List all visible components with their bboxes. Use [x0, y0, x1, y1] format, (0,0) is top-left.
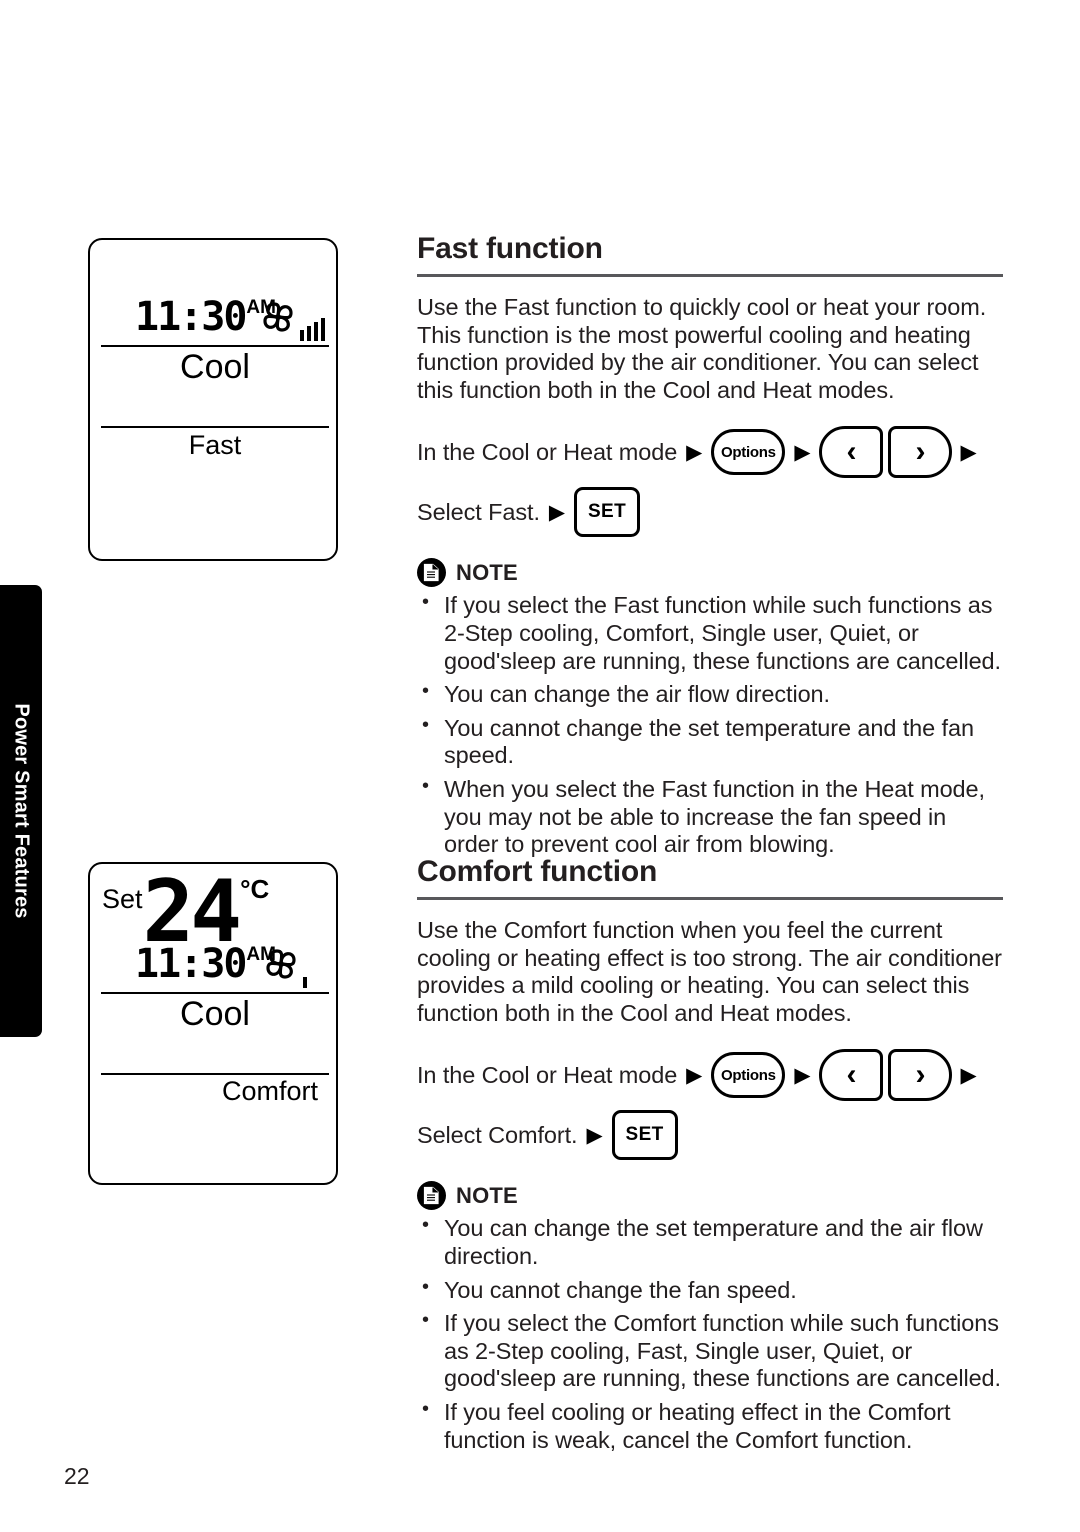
comfort-mode-label: Cool: [180, 995, 250, 1033]
comfort-steps: In the Cool or Heat mode ▶ Options ▶ ‹ ›…: [417, 1047, 1003, 1163]
prev-button[interactable]: ‹: [819, 426, 884, 479]
comfort-set-label: Set: [102, 884, 143, 915]
comfort-unit-label: °C: [240, 874, 270, 905]
comfort-temp-group: Set 24 °C: [102, 862, 270, 962]
step-arrow-icon: ▶: [686, 1063, 703, 1087]
comfort-step-1: In the Cool or Heat mode ▶ Options ▶ ‹ ›…: [417, 1047, 1003, 1103]
fast-time-value: 11:30: [135, 294, 247, 340]
step-arrow-icon: ▶: [686, 440, 703, 464]
fast-step-2: Select Fast. ▶ SET: [417, 484, 1003, 540]
fast-note-header: NOTE: [417, 558, 1003, 588]
fan-pinwheel-icon: [257, 296, 299, 343]
comfort-fan-indicator: [260, 943, 307, 990]
prev-button[interactable]: ‹: [819, 1049, 884, 1102]
comfort-note-label: NOTE: [456, 1182, 518, 1208]
note-item: You cannot change the set temperature an…: [417, 714, 1003, 770]
step-arrow-icon: ▶: [548, 500, 566, 524]
note-item: If you feel cooling or heating effect in…: [417, 1398, 1003, 1454]
fan-pinwheel-icon: [260, 943, 302, 990]
comfort-function-label: Comfort: [221, 1076, 318, 1106]
comfort-step-2: Select Comfort. ▶ SET: [417, 1107, 1003, 1163]
page-title-comfort: Comfort function: [417, 855, 658, 888]
step-arrow-icon: ▶: [586, 1123, 603, 1147]
section-fast-function: Fast function Use the Fast function to q…: [417, 232, 1003, 859]
comfort-rule-bottom: [101, 1073, 329, 1075]
step-arrow-icon: ▶: [794, 1063, 811, 1087]
fast-steps: In the Cool or Heat mode ▶ Options ▶ ‹ ›…: [417, 424, 1003, 540]
fast-rule-bottom: [101, 426, 329, 428]
fast-fan-indicator: [257, 296, 325, 343]
title-rule: [417, 897, 1003, 900]
note-item: If you select the Comfort function while…: [417, 1309, 1003, 1393]
note-item: You cannot change the fan speed.: [417, 1276, 1003, 1305]
comfort-note-list: You can change the set temperature and t…: [417, 1214, 1003, 1454]
step-arrow-icon: ▶: [960, 1063, 977, 1087]
set-button[interactable]: SET: [611, 1110, 678, 1161]
step-arrow-icon: ▶: [960, 440, 977, 464]
remote-display-comfort: Set 24 °C 11:30 AM Cool Comfort: [88, 862, 338, 1185]
fan-speed-bars: [303, 977, 307, 988]
section-comfort-function: Comfort function Use the Comfort functio…: [417, 855, 1003, 1454]
page-number: 22: [64, 1463, 90, 1489]
next-button[interactable]: ›: [888, 426, 953, 479]
chapter-thumb-tab: Power Smart Features: [0, 585, 42, 1037]
fast-note-list: If you select the Fast function while su…: [417, 591, 1003, 859]
options-button[interactable]: Options: [711, 1052, 786, 1099]
fan-speed-bars: [300, 318, 325, 341]
fast-time-group: 11:30 AM: [135, 294, 276, 340]
fast-intro-paragraph: Use the Fast function to quickly cool or…: [417, 294, 987, 403]
fast-step-1-text: In the Cool or Heat mode: [417, 438, 678, 465]
comfort-note-header: NOTE: [417, 1181, 1003, 1211]
chapter-thumb-tab-label: Power Smart Features: [10, 703, 33, 919]
fast-mode-label: Cool: [180, 348, 250, 386]
next-button[interactable]: ›: [888, 1049, 953, 1102]
comfort-step-1-text: In the Cool or Heat mode: [417, 1061, 678, 1088]
comfort-temperature-value: 24: [142, 862, 243, 962]
note-document-icon: [417, 558, 446, 588]
options-button[interactable]: Options: [711, 429, 786, 476]
title-rule: [417, 274, 1003, 277]
note-item: If you select the Fast function while su…: [417, 591, 1003, 675]
fast-step-2-text: Select Fast.: [417, 498, 540, 525]
fast-note-label: NOTE: [456, 559, 518, 585]
set-button[interactable]: SET: [574, 487, 641, 538]
fast-rule-top: [101, 345, 329, 347]
comfort-intro-paragraph: Use the Comfort function when you feel t…: [417, 917, 1002, 1026]
page-title-fast: Fast function: [417, 232, 603, 265]
fast-step-1: In the Cool or Heat mode ▶ Options ▶ ‹ ›…: [417, 424, 1003, 480]
comfort-rule-top: [101, 992, 329, 994]
note-item: When you select the Fast function in the…: [417, 775, 1003, 859]
comfort-step-2-text: Select Comfort.: [417, 1121, 578, 1148]
comfort-time-group: 11:30 AM: [135, 941, 276, 987]
note-document-icon: [417, 1181, 446, 1211]
remote-display-fast: 11:30 AM Cool Fast: [88, 238, 338, 561]
note-item: You can change the set temperature and t…: [417, 1214, 1003, 1270]
step-arrow-icon: ▶: [794, 440, 811, 464]
fast-function-label: Fast: [188, 430, 242, 460]
comfort-time-value: 11:30: [135, 941, 247, 987]
note-item: You can change the air flow direction.: [417, 680, 1003, 709]
